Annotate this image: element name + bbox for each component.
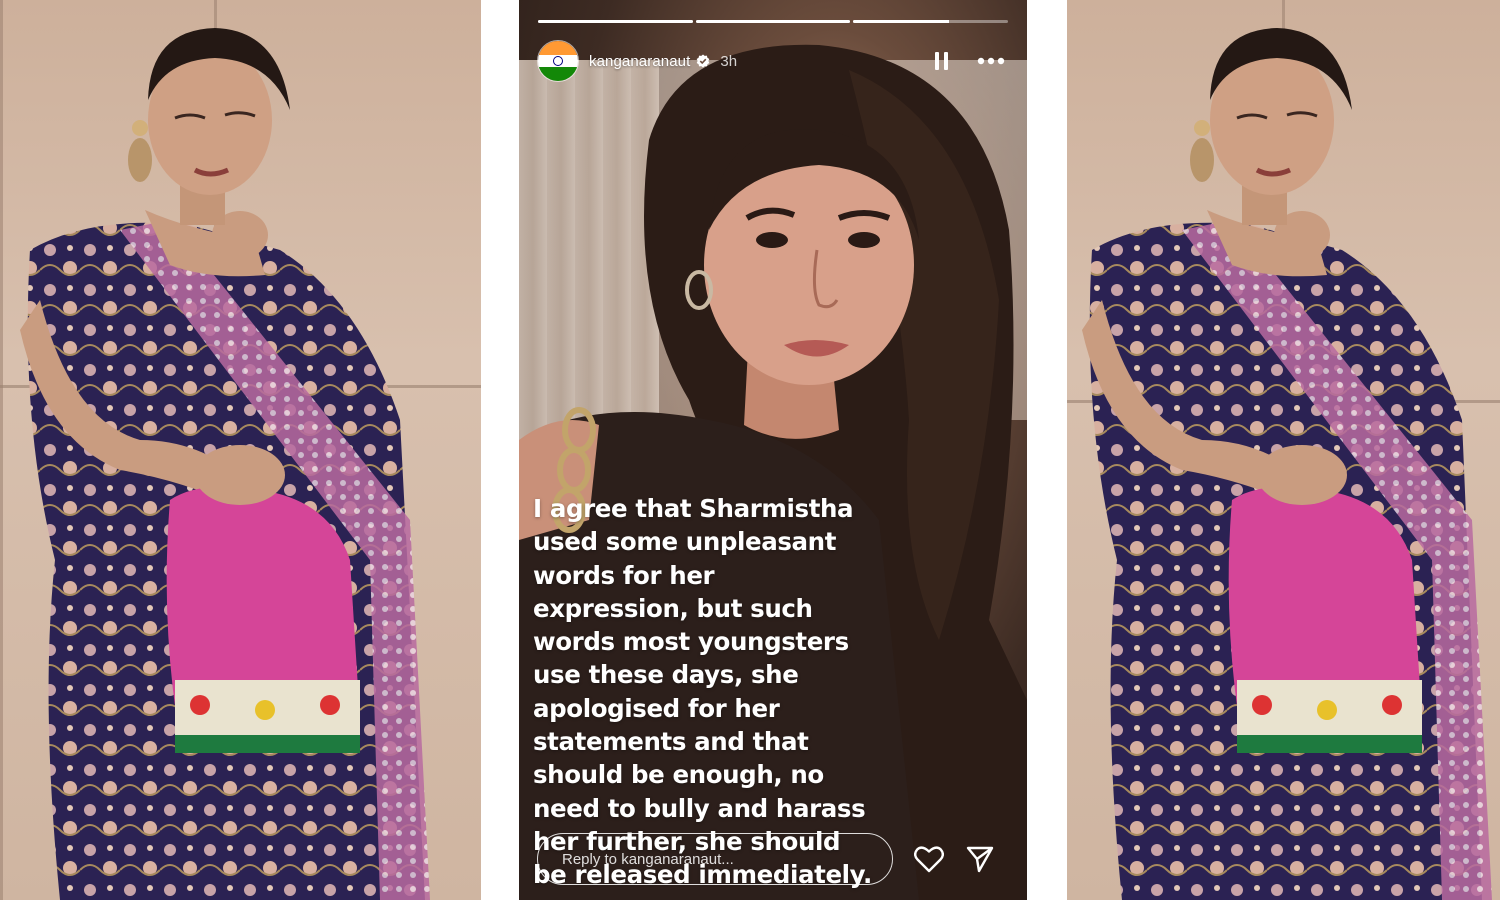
- reply-input[interactable]: [537, 833, 893, 885]
- progress-segment: [695, 20, 851, 23]
- progress-segment: [538, 20, 693, 23]
- story-timestamp: 3h: [720, 52, 738, 70]
- story-reply-bar: [537, 831, 1007, 887]
- right-photo: [1067, 0, 1500, 900]
- story-progress-bars: [538, 20, 1009, 23]
- india-flag-avatar[interactable]: [537, 40, 579, 82]
- instagram-story[interactable]: kanganaranaut 3h I agree that Sharmistha…: [519, 0, 1027, 900]
- more-options-icon[interactable]: [975, 48, 1007, 74]
- verified-badge-icon: [697, 54, 710, 68]
- left-photo: [0, 0, 481, 900]
- woman-in-saree-illustration: [20, 28, 430, 900]
- story-username[interactable]: kanganaranaut: [589, 53, 690, 70]
- send-icon[interactable]: [965, 844, 995, 874]
- progress-segment: [853, 20, 1009, 23]
- composite-image: kanganaranaut 3h I agree that Sharmistha…: [0, 0, 1500, 900]
- heart-icon[interactable]: [913, 843, 945, 875]
- woman-in-saree-illustration: [1082, 28, 1492, 900]
- pause-icon[interactable]: [929, 48, 955, 74]
- story-header: kanganaranaut 3h: [537, 40, 1007, 82]
